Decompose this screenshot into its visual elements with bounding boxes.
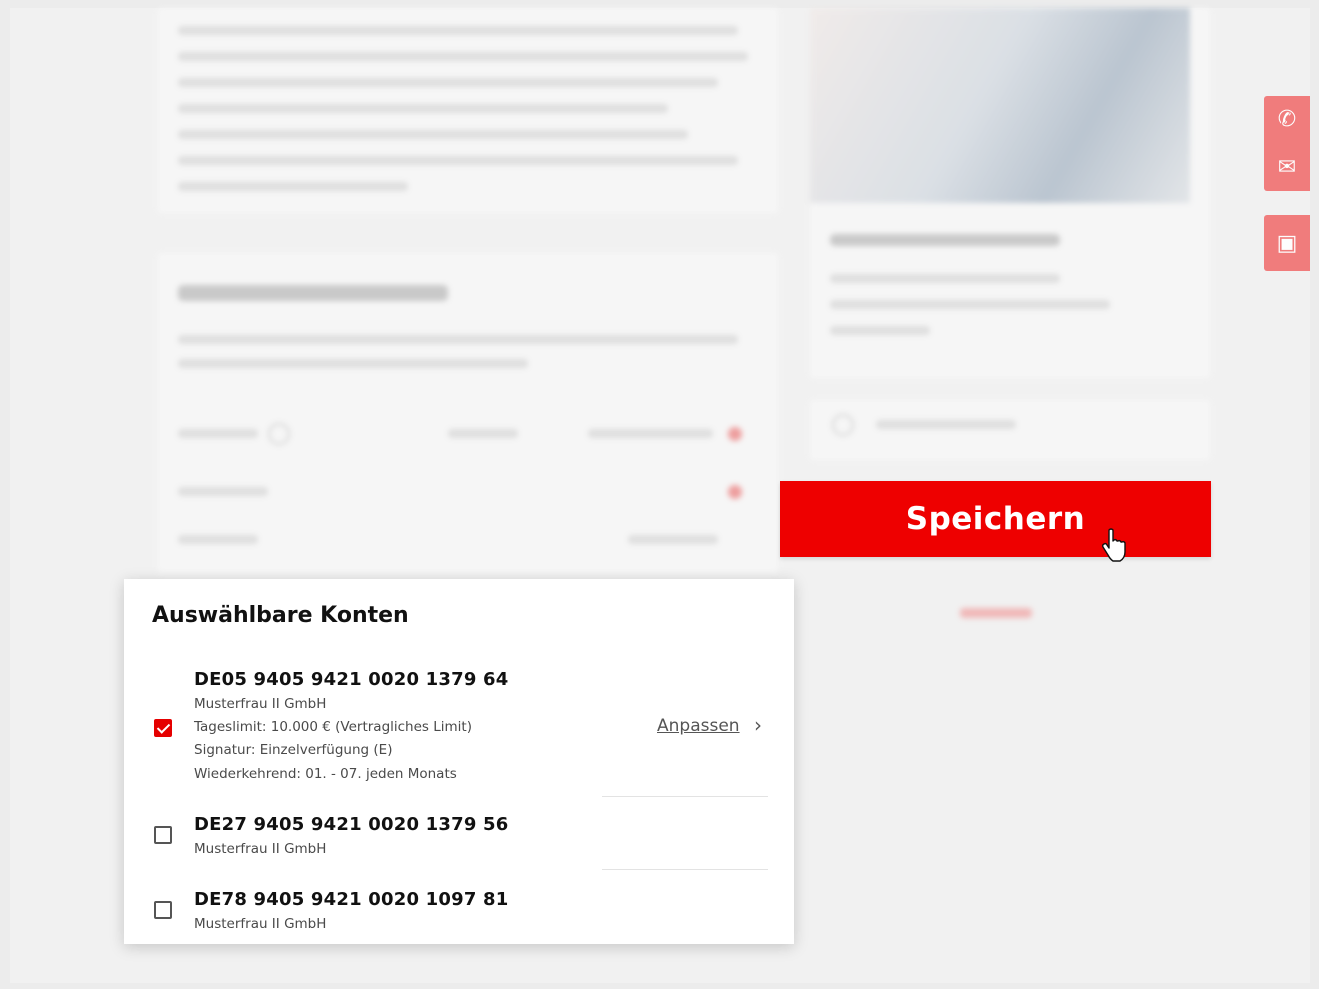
selectable-accounts-panel: Auswählbare Konten DE05 9405 9421 0020 1… xyxy=(124,579,794,944)
account-iban: DE27 9405 9421 0020 1379 56 xyxy=(194,814,509,835)
side-chat-tab[interactable]: ▣ xyxy=(1264,215,1310,271)
divider xyxy=(602,869,768,870)
bg-intro-card xyxy=(158,8,778,213)
mail-icon: ✉ xyxy=(1277,154,1297,180)
account-iban: DE05 9405 9421 0020 1379 64 xyxy=(194,669,509,690)
account-holder: Musterfrau II GmbH xyxy=(194,696,327,712)
chevron-right-icon[interactable]: › xyxy=(754,713,762,737)
hand-cursor-icon xyxy=(1101,528,1126,562)
account-signature: Signatur: Einzelverfügung (E) xyxy=(194,742,393,758)
account-checkbox[interactable] xyxy=(154,901,172,919)
divider xyxy=(602,796,768,797)
phone-icon: ✆ xyxy=(1277,107,1297,133)
bg-back-link xyxy=(960,608,1032,618)
account-daily-limit: Tageslimit: 10.000 € (Vertragliches Limi… xyxy=(194,719,472,735)
account-iban: DE78 9405 9421 0020 1097 81 xyxy=(194,889,509,910)
account-checkbox[interactable] xyxy=(154,826,172,844)
bg-option-row xyxy=(810,400,1210,460)
panel-title: Auswählbare Konten xyxy=(152,603,409,628)
account-holder: Musterfrau II GmbH xyxy=(194,841,327,857)
side-contact-tab[interactable]: ✆ ✉ xyxy=(1264,96,1310,191)
bg-photo-card xyxy=(810,8,1210,378)
account-recurring: Wiederkehrend: 01. - 07. jeden Monats xyxy=(194,766,457,782)
account-checkbox[interactable] xyxy=(154,719,172,737)
bg-settings-card xyxy=(158,253,778,573)
account-holder: Musterfrau II GmbH xyxy=(194,916,327,932)
save-button[interactable]: Speichern xyxy=(780,481,1211,557)
adjust-link[interactable]: Anpassen xyxy=(657,716,740,736)
chat-icon: ▣ xyxy=(1276,230,1298,256)
